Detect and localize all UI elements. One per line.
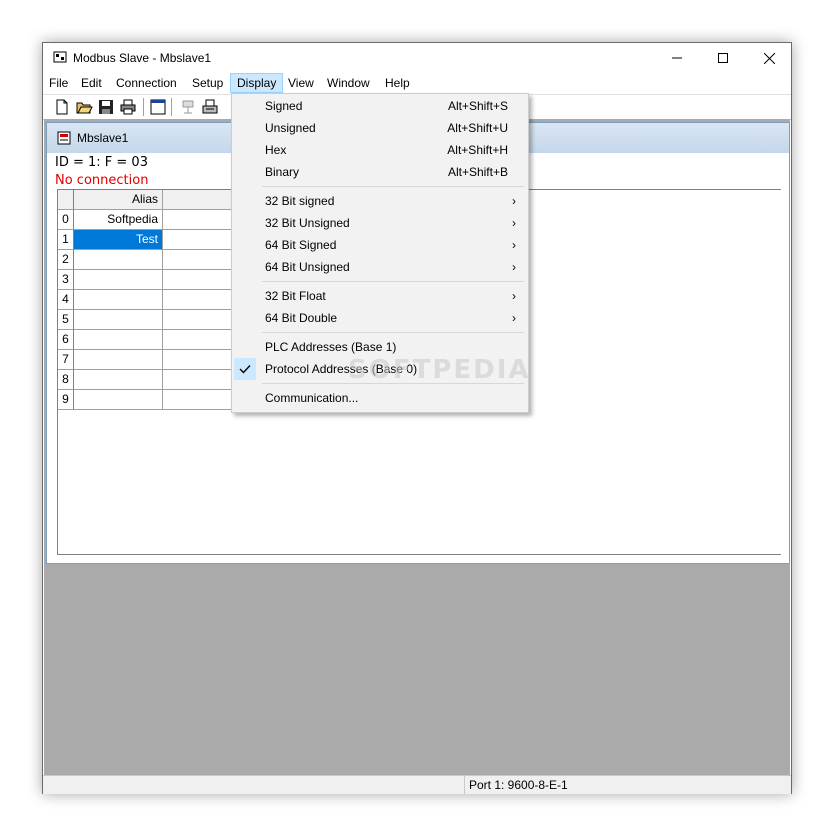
menu-file[interactable]: File [43, 73, 74, 93]
menu-item-communication[interactable]: Communication... [234, 387, 526, 409]
row-index: 2 [58, 250, 74, 270]
new-icon[interactable] [53, 98, 71, 116]
menu-item-64bit-double[interactable]: 64 Bit Double › [234, 307, 526, 329]
slave-id-function: ID = 1: F = 03 [55, 155, 148, 170]
alias-cell[interactable] [74, 270, 163, 290]
menu-item-64bit-signed[interactable]: 64 Bit Signed › [234, 234, 526, 256]
menu-display[interactable]: Display [230, 73, 284, 93]
submenu-arrow-icon: › [512, 311, 516, 325]
print-preview-icon[interactable] [201, 98, 219, 116]
submenu-arrow-icon: › [512, 194, 516, 208]
menu-item-hex[interactable]: Hex Alt+Shift+H [234, 139, 526, 161]
alias-column-header[interactable]: Alias [74, 190, 163, 210]
menu-item-unsigned[interactable]: Unsigned Alt+Shift+U [234, 117, 526, 139]
menu-item-32bit-unsigned[interactable]: 32 Bit Unsigned › [234, 212, 526, 234]
grid-corner [58, 190, 74, 210]
menu-item-label: Communication... [265, 391, 359, 405]
modbus-app-icon [53, 51, 67, 63]
menu-item-label: Hex [265, 143, 287, 157]
submenu-arrow-icon: › [512, 216, 516, 230]
menu-item-64bit-unsigned[interactable]: 64 Bit Unsigned › [234, 256, 526, 278]
port-status: Port 1: 9600-8-E-1 [464, 776, 568, 794]
menu-edit[interactable]: Edit [75, 73, 108, 93]
alias-cell[interactable] [74, 330, 163, 350]
alias-cell[interactable] [74, 390, 163, 410]
toolbar-separator [171, 98, 172, 116]
menu-item-label: 32 Bit Unsigned [265, 216, 350, 230]
menu-item-binary[interactable]: Binary Alt+Shift+B [234, 161, 526, 183]
row-index: 3 [58, 270, 74, 290]
row-index: 0 [58, 210, 74, 230]
shortcut-label: Alt+Shift+H [447, 143, 508, 157]
shortcut-label: Alt+Shift+U [447, 121, 508, 135]
menu-item-label: Binary [265, 165, 300, 179]
shortcut-label: Alt+Shift+B [447, 165, 508, 179]
row-index: 5 [58, 310, 74, 330]
menu-item-label: Signed [265, 99, 303, 113]
maximize-icon [718, 53, 728, 63]
menu-item-label: 32 Bit signed [265, 194, 335, 208]
menu-item-signed[interactable]: Signed Alt+Shift+S [234, 95, 526, 117]
checkmark-box [234, 358, 256, 380]
row-index: 1 [58, 230, 74, 250]
window-title: Modbus Slave - Mbslave1 [73, 51, 212, 65]
open-icon[interactable] [75, 98, 93, 116]
connection-status: No connection [55, 173, 149, 188]
alias-cell[interactable]: Softpedia [74, 210, 163, 230]
row-index: 8 [58, 370, 74, 390]
menu-separator [262, 186, 524, 187]
disconnect-icon[interactable] [179, 98, 197, 116]
alias-cell[interactable] [74, 310, 163, 330]
maximize-button[interactable] [700, 43, 746, 73]
print-icon[interactable] [119, 98, 137, 116]
softpedia-watermark: SOFTPEDIA [348, 355, 531, 385]
modbus-doc-icon [57, 131, 71, 145]
menu-bar: File Edit Connection Setup Display View … [43, 73, 791, 93]
row-index: 4 [58, 290, 74, 310]
submenu-arrow-icon: › [512, 238, 516, 252]
alias-cell[interactable] [74, 290, 163, 310]
close-icon [763, 52, 775, 64]
save-icon[interactable] [97, 98, 115, 116]
checkmark-icon [239, 365, 251, 374]
alias-cell-selected[interactable]: Test [74, 230, 163, 250]
menu-item-label: 64 Bit Double [265, 311, 338, 325]
menu-item-32bit-float[interactable]: 32 Bit Float › [234, 285, 526, 307]
row-index: 6 [58, 330, 74, 350]
row-index: 7 [58, 350, 74, 370]
menu-item-label: Unsigned [265, 121, 316, 135]
menu-view[interactable]: View [282, 73, 320, 93]
status-bar: Port 1: 9600-8-E-1 [43, 775, 791, 794]
menu-item-label: 64 Bit Unsigned [265, 260, 350, 274]
shortcut-label: Alt+Shift+S [447, 99, 508, 113]
menu-item-label: 64 Bit Signed [265, 238, 337, 252]
menu-setup[interactable]: Setup [186, 73, 229, 93]
close-button[interactable] [746, 43, 792, 73]
menu-item-32bit-signed[interactable]: 32 Bit signed › [234, 190, 526, 212]
row-index: 9 [58, 390, 74, 410]
menu-window[interactable]: Window [321, 73, 376, 93]
toolbar-separator [143, 98, 144, 116]
alias-cell[interactable] [74, 350, 163, 370]
menu-connection[interactable]: Connection [110, 73, 183, 93]
menu-help[interactable]: Help [379, 73, 416, 93]
minimize-button[interactable] [654, 43, 700, 73]
submenu-arrow-icon: › [512, 260, 516, 274]
minimize-icon [672, 57, 682, 59]
menu-item-label: 32 Bit Float [265, 289, 326, 303]
menu-separator [262, 332, 524, 333]
window-icon[interactable] [149, 98, 167, 116]
submenu-arrow-icon: › [512, 289, 516, 303]
alias-cell[interactable] [74, 250, 163, 270]
alias-cell[interactable] [74, 370, 163, 390]
menu-separator [262, 281, 524, 282]
child-window-title: Mbslave1 [77, 131, 129, 145]
title-bar[interactable]: Modbus Slave - Mbslave1 [43, 43, 791, 73]
